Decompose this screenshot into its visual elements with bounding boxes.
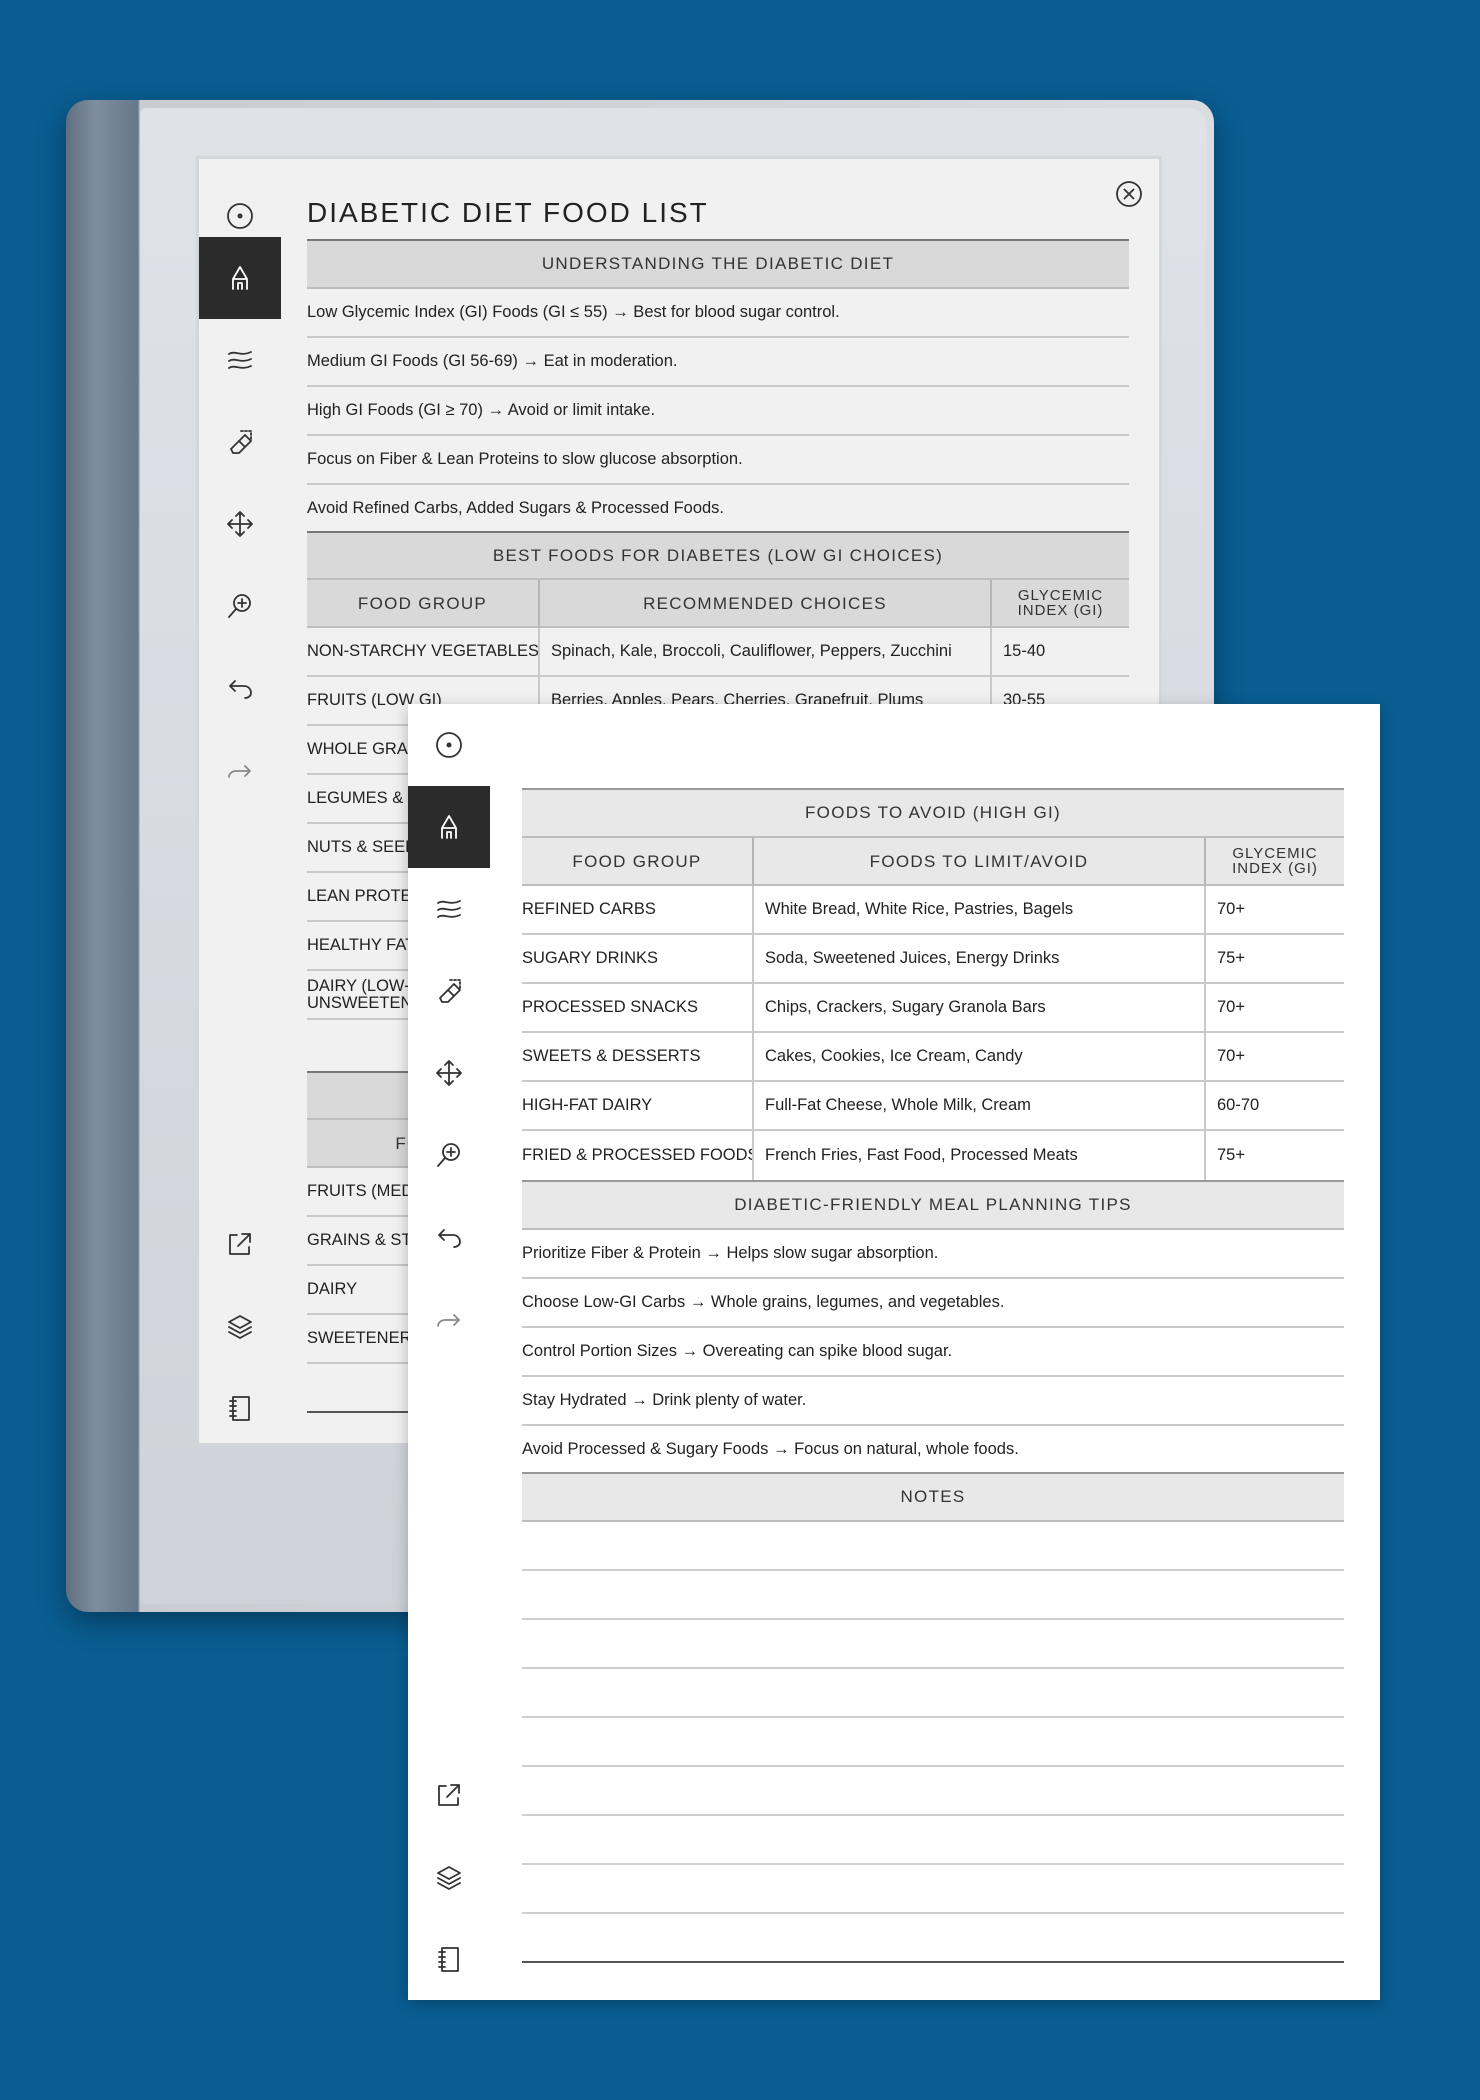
- cell-food-group: SWEETS & DESSERTS: [522, 1047, 701, 1065]
- list-item: Avoid Refined Carbs, Added Sugars & Proc…: [307, 498, 725, 517]
- cell-food-group: UNSWEETEN: [307, 993, 413, 1012]
- undo-icon[interactable]: [408, 1196, 490, 1278]
- pen-icon[interactable]: [408, 786, 490, 868]
- eraser-icon[interactable]: [408, 950, 490, 1032]
- cell-food-group: FRIED & PROCESSED FOODS: [522, 1146, 752, 1164]
- cell-foods: Chips, Crackers, Sugary Granola Bars: [752, 984, 1204, 1031]
- redo-icon[interactable]: [408, 1278, 490, 1360]
- table-row: SUGARY DRINKS Soda, Sweetened Juices, En…: [522, 935, 1344, 984]
- list-item: Prioritize Fiber & Protein → Helps slow …: [522, 1230, 1344, 1279]
- redo-icon[interactable]: [199, 729, 281, 811]
- wave-lines-icon[interactable]: [408, 868, 490, 950]
- move-icon[interactable]: [199, 483, 281, 565]
- note-line[interactable]: [522, 1669, 1344, 1718]
- wave-lines-icon[interactable]: [199, 319, 281, 401]
- back-sidebar: [199, 159, 281, 1443]
- cell-gi: 70+: [1204, 1033, 1344, 1080]
- column-header-gi: GLYCEMIC INDEX (GI): [1204, 838, 1344, 884]
- column-header-foods-limit: FOODS TO LIMIT/AVOID: [752, 838, 1204, 884]
- close-icon[interactable]: [1114, 179, 1144, 209]
- cell-food-group: SUGARY DRINKS: [522, 949, 659, 967]
- table-row: FRIED & PROCESSED FOODS French Fries, Fa…: [522, 1131, 1344, 1180]
- cell-foods: French Fries, Fast Food, Processed Meats: [752, 1131, 1204, 1180]
- pen-icon[interactable]: [199, 237, 281, 319]
- export-icon[interactable]: [408, 1754, 490, 1836]
- column-header-food-group: FOOD GROUP: [357, 593, 488, 613]
- column-header-recommended: RECOMMENDED CHOICES: [538, 580, 990, 626]
- column-header-gi: GLYCEMIC INDEX (GI): [990, 580, 1129, 626]
- note-line[interactable]: [522, 1718, 1344, 1767]
- zoom-icon[interactable]: [408, 1114, 490, 1196]
- note-line[interactable]: [522, 1816, 1344, 1865]
- front-page: FOODS TO AVOID (HIGH GI) FOOD GROUP FOOD…: [408, 704, 1380, 2000]
- zoom-icon[interactable]: [199, 565, 281, 647]
- note-line[interactable]: [522, 1914, 1344, 1963]
- section-header-best-foods: BEST FOODS FOR DIABETES (LOW GI CHOICES): [307, 531, 1129, 580]
- cell-foods: Cakes, Cookies, Ice Cream, Candy: [752, 1033, 1204, 1080]
- table-header: FOOD GROUP FOODS TO LIMIT/AVOID GLYCEMIC…: [522, 838, 1344, 886]
- notebook-icon[interactable]: [408, 1918, 490, 2000]
- layers-icon[interactable]: [408, 1836, 490, 1918]
- front-sidebar: [408, 704, 490, 2000]
- section-header-tips: DIABETIC-FRIENDLY MEAL PLANNING TIPS: [522, 1180, 1344, 1230]
- cell-food-group: HIGH-FAT DAIRY: [522, 1096, 653, 1114]
- note-line[interactable]: [522, 1571, 1344, 1620]
- export-icon[interactable]: [199, 1203, 281, 1285]
- table-row: PROCESSED SNACKS Chips, Crackers, Sugary…: [522, 984, 1344, 1033]
- page-title: DIABETIC DIET FOOD LIST: [307, 197, 709, 228]
- note-line[interactable]: [522, 1767, 1344, 1816]
- section-header-understanding: UNDERSTANDING THE DIABETIC DIET: [307, 239, 1129, 289]
- move-icon[interactable]: [408, 1032, 490, 1114]
- cell-food-group: PROCESSED SNACKS: [522, 998, 699, 1016]
- table-row: HIGH-FAT DAIRY Full-Fat Cheese, Whole Mi…: [522, 1082, 1344, 1131]
- cell-gi: 75+: [1204, 1131, 1344, 1180]
- layers-icon[interactable]: [199, 1285, 281, 1367]
- note-line[interactable]: [522, 1620, 1344, 1669]
- list-item: Choose Low-GI Carbs → Whole grains, legu…: [522, 1279, 1344, 1328]
- notebook-icon[interactable]: [199, 1367, 281, 1443]
- section-header-notes: NOTES: [522, 1472, 1344, 1522]
- list-item: Focus on Fiber & Lean Proteins to slow g…: [307, 436, 1129, 485]
- cell-food-group: NON-STARCHY VEGETABLES: [307, 642, 538, 660]
- undo-icon[interactable]: [199, 647, 281, 729]
- table-row: SWEETS & DESSERTS Cakes, Cookies, Ice Cr…: [522, 1033, 1344, 1082]
- column-header-food-group: FOOD GROUP: [572, 851, 702, 871]
- note-line[interactable]: [522, 1522, 1344, 1571]
- table-row: NON-STARCHY VEGETABLES Spinach, Kale, Br…: [307, 628, 1129, 677]
- cell-choices: Spinach, Kale, Broccoli, Cauliflower, Pe…: [538, 628, 990, 675]
- cell-food-group: REFINED CARBS: [522, 900, 656, 918]
- list-item: Stay Hydrated → Drink plenty of water.: [522, 1377, 1344, 1426]
- list-item: High GI Foods (GI ≥ 70) → Avoid or limit…: [307, 387, 1129, 436]
- cell-gi: 70+: [1204, 886, 1344, 933]
- list-item: Control Portion Sizes → Overeating can s…: [522, 1328, 1344, 1377]
- cell-gi: 75+: [1204, 935, 1344, 982]
- note-line[interactable]: [522, 1865, 1344, 1914]
- cell-gi: 60-70: [1204, 1082, 1344, 1129]
- eraser-icon[interactable]: [199, 401, 281, 483]
- list-item: Medium GI Foods (GI 56-69) → Eat in mode…: [307, 338, 1129, 387]
- list-item: Low Glycemic Index (GI) Foods (GI ≤ 55) …: [307, 289, 1129, 338]
- table-row: REFINED CARBS White Bread, White Rice, P…: [522, 886, 1344, 935]
- cell-foods: Full-Fat Cheese, Whole Milk, Cream: [752, 1082, 1204, 1129]
- menu-circle-icon[interactable]: [408, 704, 490, 786]
- cell-food-group: DAIRY (LOW-: [307, 976, 410, 995]
- cell-foods: Soda, Sweetened Juices, Energy Drinks: [752, 935, 1204, 982]
- cell-foods: White Bread, White Rice, Pastries, Bagel…: [752, 886, 1204, 933]
- section-header-foods-to-avoid: FOODS TO AVOID (HIGH GI): [522, 788, 1344, 838]
- cell-gi: 15-40: [990, 628, 1129, 675]
- cell-gi: 70+: [1204, 984, 1344, 1031]
- list-item: Avoid Processed & Sugary Foods → Focus o…: [522, 1439, 1019, 1458]
- table-header: FOOD GROUP RECOMMENDED CHOICES GLYCEMIC …: [307, 580, 1129, 628]
